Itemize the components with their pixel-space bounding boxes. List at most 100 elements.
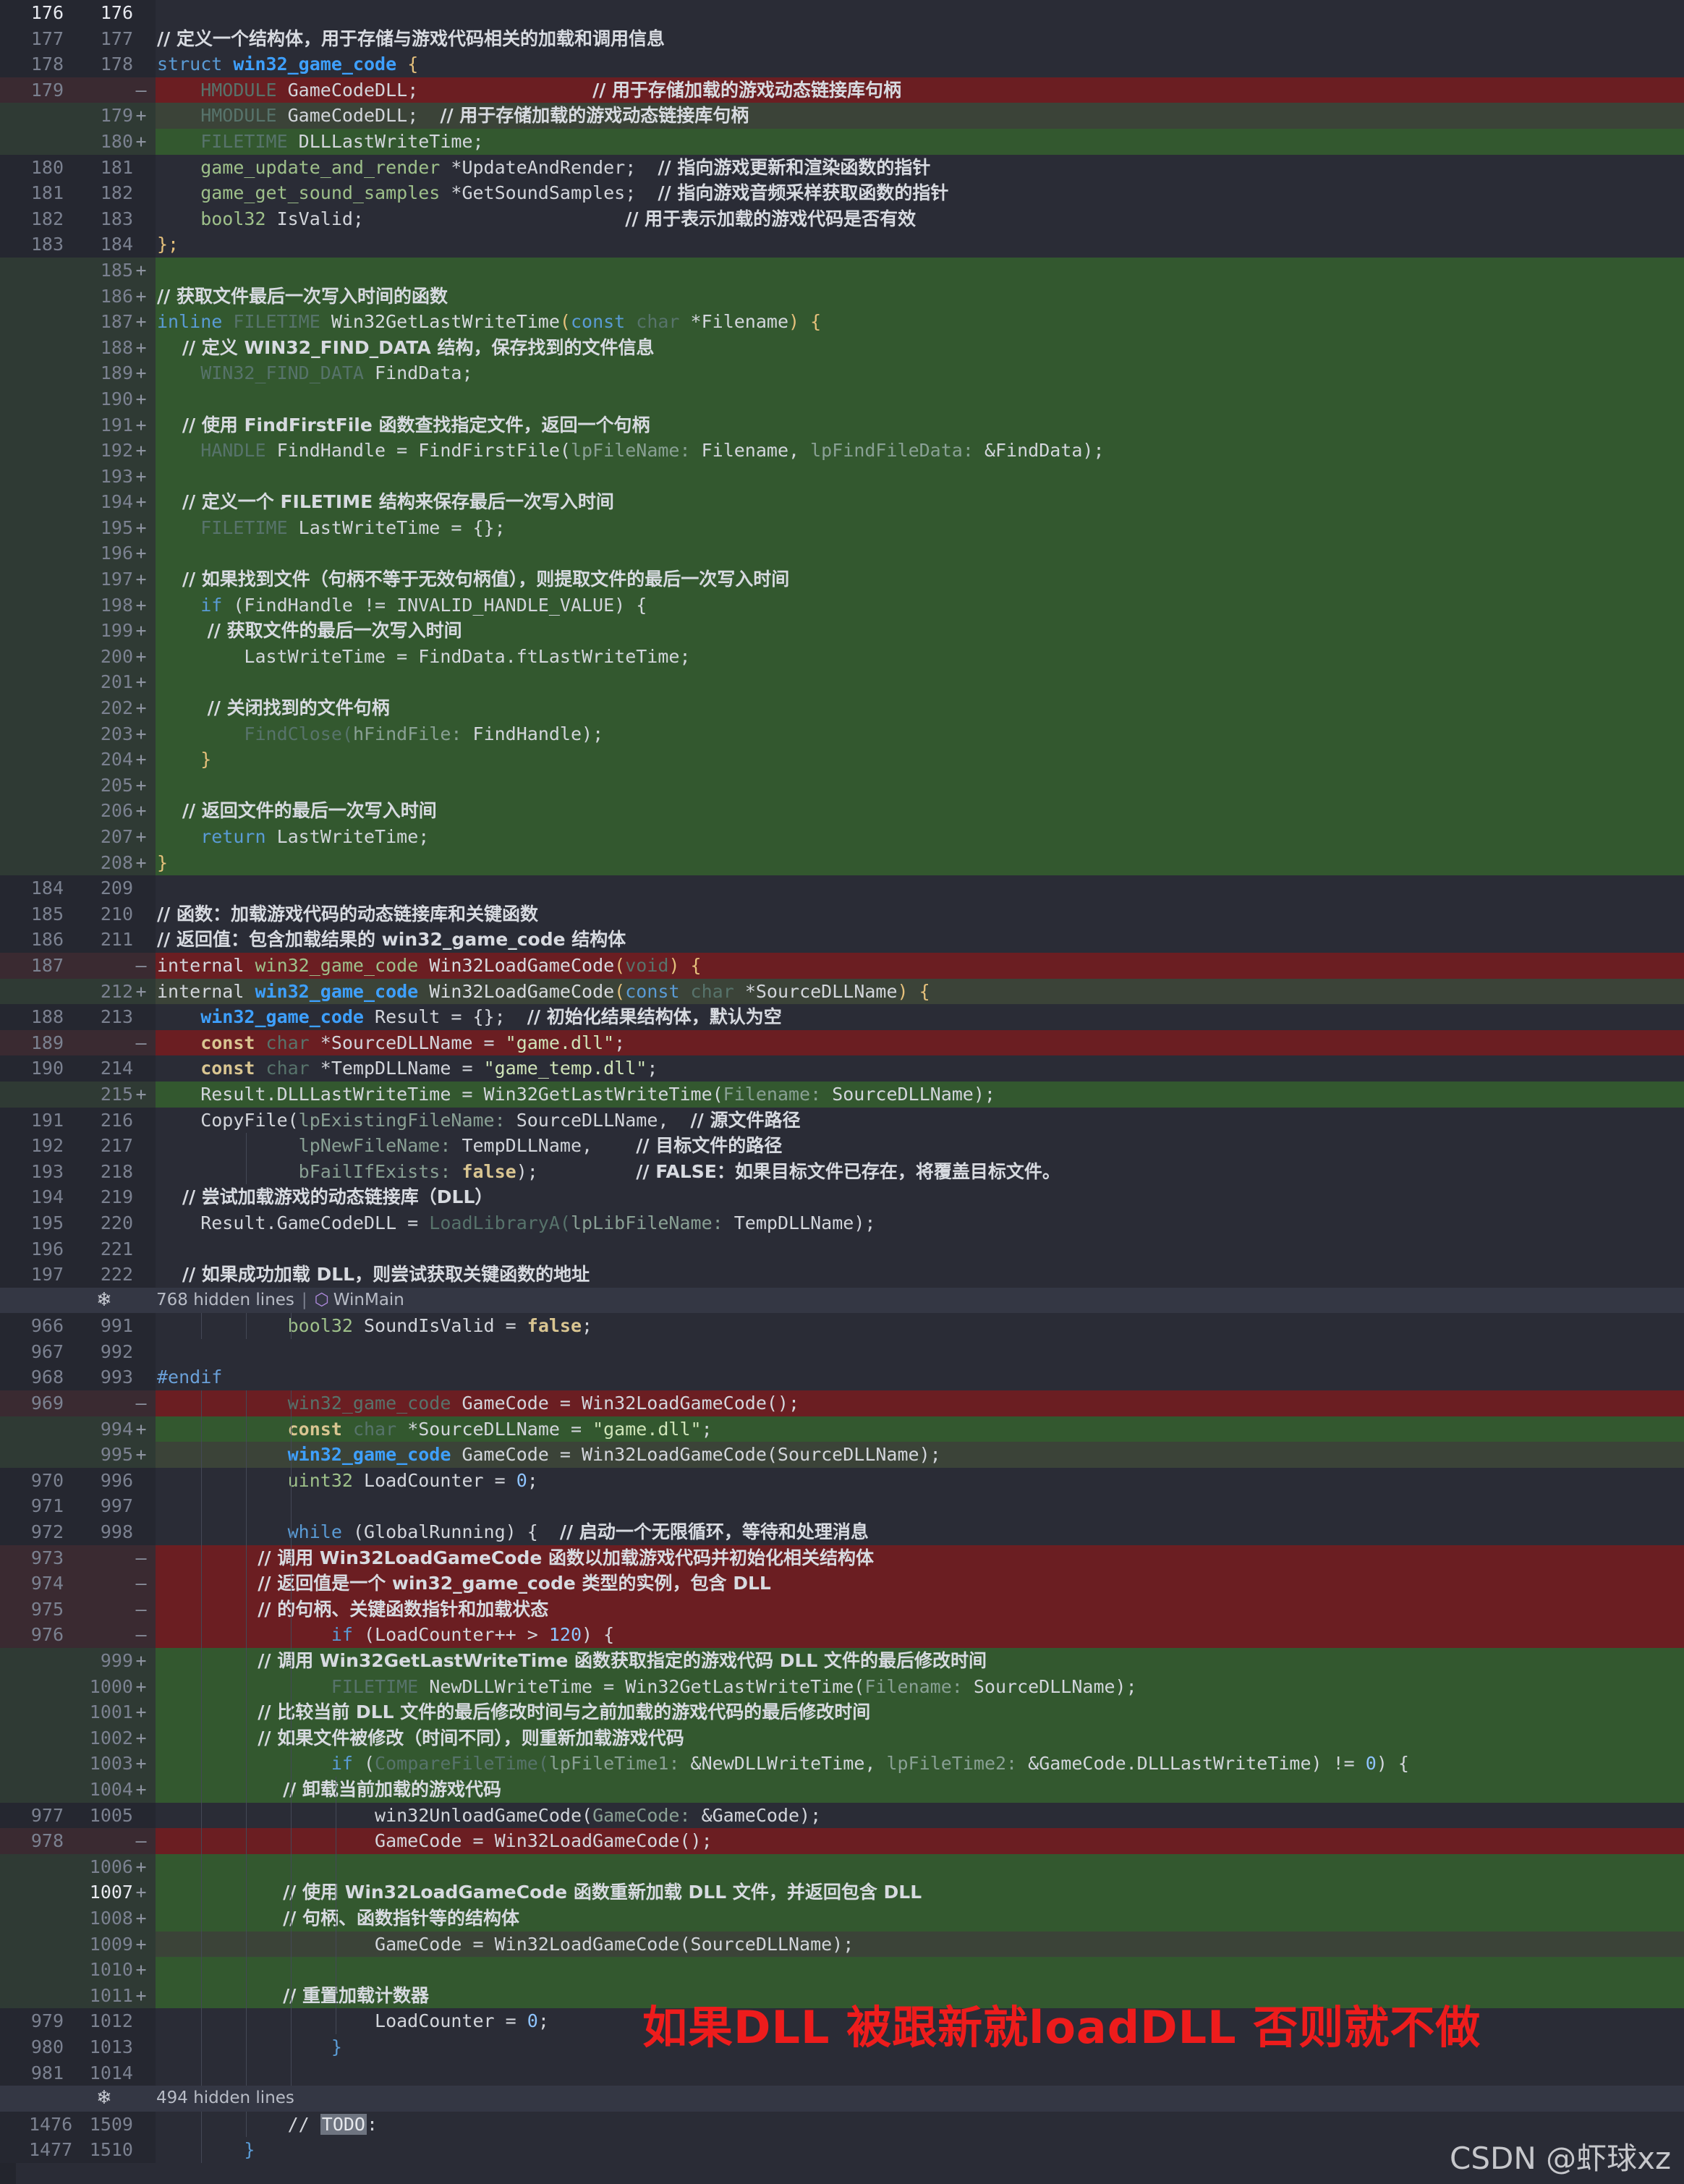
code-text: // 比较当前 DLL 文件的最后修改时间与之前加载的游戏代码的最后修改时间 bbox=[156, 1699, 1684, 1725]
indent-guide bbox=[201, 2111, 202, 2138]
new-line-number: 189 bbox=[100, 362, 133, 384]
new-line-number: 1007 bbox=[89, 1882, 133, 1903]
code-token: (LoadCounter++ > bbox=[363, 1624, 549, 1646]
code-token: *SourceDLLName bbox=[744, 980, 898, 1002]
diff-line: 205 + bbox=[0, 772, 1684, 799]
indent-guide bbox=[291, 1699, 292, 1725]
line-gutter: 197 222 bbox=[0, 1262, 156, 1288]
code-text bbox=[156, 2060, 1684, 2086]
change-marker: + bbox=[135, 749, 147, 770]
code-text: CopyFile(lpExistingFileName: SourceDLLNa… bbox=[156, 1108, 1684, 1134]
code-token: Filename: bbox=[864, 1675, 974, 1697]
hidden-lines-bar[interactable]: ❄ 494 hidden lines bbox=[0, 2086, 1684, 2112]
new-line-number: 216 bbox=[100, 1109, 133, 1131]
code-text: const char *SourceDLLName = "game.dll"; bbox=[156, 1416, 1684, 1442]
line-gutter: 1001 + bbox=[0, 1699, 156, 1725]
line-gutter: 970 996 bbox=[0, 1467, 156, 1494]
code-token: return bbox=[157, 826, 277, 847]
new-line-number: 198 bbox=[100, 594, 133, 616]
new-line-number: 185 bbox=[100, 259, 133, 281]
expand-icon[interactable]: ❄ bbox=[93, 1288, 116, 1314]
indent-guide bbox=[201, 1802, 202, 1829]
change-marker: + bbox=[135, 1856, 147, 1877]
diff-line: 194 + // 定义一个 FILETIME 结构来保存最后一次写入时间 bbox=[0, 489, 1684, 515]
hidden-lines-bar[interactable]: ❄ 768 hidden lines | ⬡ WinMain bbox=[0, 1287, 1684, 1314]
code-token: FILETIME bbox=[157, 130, 299, 152]
new-line-number: 211 bbox=[100, 929, 133, 951]
old-line-number: 180 bbox=[30, 156, 64, 178]
change-marker: + bbox=[135, 1675, 147, 1697]
code-token: lpFileTime2: bbox=[886, 1753, 1029, 1775]
code-text: game_get_sound_samples *GetSoundSamples;… bbox=[156, 180, 1684, 206]
expand-icon[interactable]: ❄ bbox=[93, 2086, 116, 2112]
indent-guide bbox=[291, 1519, 292, 1545]
line-gutter: 979 1012 bbox=[0, 2008, 156, 2034]
code-text: } bbox=[156, 849, 1684, 876]
code-token: *GetSoundSamples; bbox=[451, 182, 658, 204]
line-gutter: 208 + bbox=[0, 849, 156, 876]
code-token: *SourceDLLName = bbox=[320, 1032, 506, 1053]
code-token: // 返回文件的最后一次写入时间 bbox=[157, 800, 437, 822]
code-token: lpNewFileName: bbox=[157, 1135, 462, 1157]
indent-guide bbox=[291, 1879, 292, 1905]
indent-guide bbox=[201, 1931, 202, 1958]
code-token: Win32LoadGameCode bbox=[429, 954, 615, 976]
indent-guide bbox=[201, 1493, 202, 1520]
indent-guide bbox=[201, 1699, 202, 1725]
change-marker: + bbox=[135, 491, 147, 513]
diff-line: 1002 + // 如果文件被修改（时间不同），则重新加载游戏代码 bbox=[0, 1725, 1684, 1751]
old-line-number: 192 bbox=[30, 1135, 64, 1157]
indent-guide bbox=[246, 1416, 247, 1442]
code-token: GameCode = Win32LoadGameCode(); bbox=[462, 1393, 800, 1414]
change-marker: + bbox=[135, 826, 147, 847]
code-token: // 卸载当前加载的游戏代码 bbox=[157, 1778, 502, 1800]
line-gutter: 193 218 bbox=[0, 1158, 156, 1185]
line-gutter: 186 + bbox=[0, 283, 156, 310]
code-token: &GameCode.DLLLastWriteTime) != bbox=[1028, 1753, 1366, 1775]
line-gutter: 981 1014 bbox=[0, 2060, 156, 2086]
code-token: &NewDLLWriteTime, bbox=[690, 1753, 887, 1775]
indent-guide bbox=[291, 2060, 292, 2086]
code-token: char bbox=[265, 1058, 320, 1079]
code-text: bool32 SoundIsValid = false; bbox=[156, 1313, 1684, 1339]
old-line-number: 189 bbox=[30, 1032, 64, 1053]
line-gutter: 972 998 bbox=[0, 1519, 156, 1545]
code-token: &GameCode); bbox=[701, 1804, 822, 1826]
code-text: // 如果找到文件（句柄不等于无效句柄值），则提取文件的最后一次写入时间 bbox=[156, 566, 1684, 592]
indent-guide bbox=[201, 1673, 202, 1700]
indent-guide bbox=[291, 1905, 292, 1932]
line-gutter: 966 991 bbox=[0, 1313, 156, 1339]
indent-guide bbox=[201, 2034, 202, 2060]
line-gutter: 185 210 bbox=[0, 901, 156, 927]
indent-guide bbox=[201, 1648, 202, 1674]
change-marker: + bbox=[135, 285, 147, 307]
diff-line: 193 218 bFailIfExists: false); // FALSE：如… bbox=[0, 1158, 1684, 1185]
change-marker: + bbox=[135, 1959, 147, 1981]
old-line-number: 980 bbox=[30, 2036, 64, 2057]
code-token: CompareFileTime( bbox=[375, 1753, 549, 1775]
code-token: // 初始化结果结构体，默认为空 bbox=[527, 1006, 782, 1028]
line-gutter: 181 182 bbox=[0, 180, 156, 206]
diff-line: 197 + // 如果找到文件（句柄不等于无效句柄值），则提取文件的最后一次写入时… bbox=[0, 566, 1684, 592]
code-text: FILETIME DLLLastWriteTime; bbox=[156, 128, 1684, 155]
diff-line: 208 +} bbox=[0, 849, 1684, 876]
new-line-number: 183 bbox=[100, 208, 133, 229]
diff-line: 207 + return LastWriteTime; bbox=[0, 824, 1684, 850]
new-line-number: 203 bbox=[100, 723, 133, 744]
code-token: FindClose( bbox=[157, 723, 353, 744]
indent-guide bbox=[291, 1776, 292, 1803]
old-line-number: 978 bbox=[30, 1830, 64, 1852]
new-line-number: 1013 bbox=[89, 2036, 133, 2057]
indent-guide bbox=[246, 1699, 247, 1725]
diff-line: 977 1005 win32UnloadGameCode(GameCode: &G… bbox=[0, 1802, 1684, 1829]
change-marker: — bbox=[135, 1032, 147, 1053]
hidden-lines-count: 768 hidden lines bbox=[156, 1290, 294, 1309]
diff-viewer: 176 176 177 177 // 定义一个结构体，用于存储与游戏代码相关的加载和调用… bbox=[0, 0, 1684, 2184]
code-token: false bbox=[527, 1315, 582, 1337]
code-token: 120 bbox=[548, 1624, 582, 1646]
code-token: lpExistingFileName: bbox=[298, 1109, 516, 1131]
diff-line: 1477 1510 } bbox=[0, 2137, 1684, 2163]
code-token: // 函数：加载游戏代码的动态链接库和关键函数 bbox=[157, 903, 538, 925]
code-token: ) { bbox=[897, 980, 930, 1002]
code-token: char bbox=[352, 1418, 408, 1440]
